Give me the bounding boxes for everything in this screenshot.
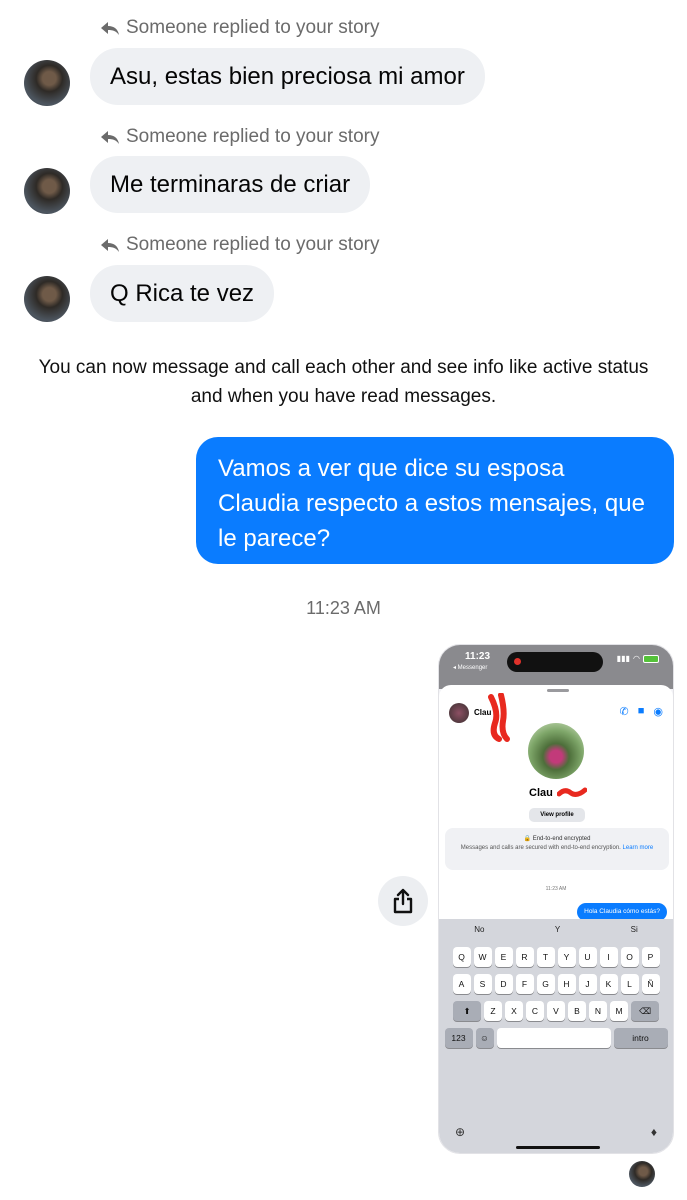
header-actions: ✆ ■ ◉ xyxy=(620,705,663,718)
reply-label: Someone replied to your story xyxy=(126,126,380,147)
incoming-message[interactable]: Me terminaras de criar xyxy=(90,156,371,213)
reply-arrow-icon xyxy=(101,22,119,35)
space-key xyxy=(496,1028,611,1048)
key: L xyxy=(620,974,639,994)
suggestion: Si xyxy=(630,925,638,934)
key: E xyxy=(494,947,513,967)
dictation-icon: ♦ xyxy=(650,1125,657,1139)
key: V xyxy=(547,1001,565,1021)
key: R xyxy=(515,947,534,967)
encryption-notice: 🔒 End-to-end encrypted Messages and call… xyxy=(445,828,669,870)
status-icons: ▮▮▮ ◠ xyxy=(617,654,659,663)
share-icon xyxy=(393,888,413,914)
reply-indicator: Someone replied to your story xyxy=(100,17,379,39)
contact-avatar xyxy=(449,703,469,723)
read-receipt-avatar xyxy=(629,1161,655,1187)
key: F xyxy=(515,974,534,994)
wifi-icon: ◠ xyxy=(633,654,640,663)
key: A xyxy=(452,974,471,994)
sender-avatar[interactable] xyxy=(24,168,70,214)
key: W xyxy=(473,947,492,967)
signal-icon: ▮▮▮ xyxy=(616,654,631,663)
redaction-mark xyxy=(557,787,587,797)
key: J xyxy=(578,974,597,994)
suggestion: Y xyxy=(554,925,561,934)
key: B xyxy=(568,1001,586,1021)
redaction-mark xyxy=(488,693,510,742)
key: X xyxy=(505,1001,523,1021)
sheet-grabber xyxy=(547,689,569,692)
messenger-icon: ◉ xyxy=(653,706,663,718)
back-to-messenger: ◂ Messenger xyxy=(453,665,488,671)
phone-status-bar: 11:23 ◂ Messenger ▮▮▮ ◠ xyxy=(439,645,673,689)
key: T xyxy=(536,947,555,967)
letter-keys: ZXCVBNM xyxy=(484,1001,628,1021)
home-indicator xyxy=(516,1146,600,1149)
reply-arrow-icon xyxy=(101,131,119,144)
outgoing-message[interactable]: Vamos a ver que dice su esposa Claudia r… xyxy=(196,437,674,564)
globe-icon: ⊕ xyxy=(455,1125,466,1139)
keyboard-row-1: QWERTYUIOP xyxy=(439,947,673,967)
shift-key-icon: ⬆ xyxy=(453,1001,481,1021)
keyboard-suggestions: No Y Si xyxy=(439,919,673,941)
battery-icon xyxy=(643,654,659,663)
key: I xyxy=(599,947,618,967)
mini-timestamp: 11:23 AM xyxy=(545,886,567,892)
key: P xyxy=(641,947,660,967)
backspace-key-icon: ⌫ xyxy=(631,1001,659,1021)
key: O xyxy=(620,947,639,967)
chat-sheet: Clau ✆ ■ ◉ Clau View profile 🔒 End-to-en… xyxy=(439,685,673,1153)
key: D xyxy=(494,974,513,994)
key: Z xyxy=(484,1001,502,1021)
e2e-body: Messages and calls are secured with end-… xyxy=(460,845,621,851)
sender-avatar[interactable] xyxy=(24,60,70,106)
reply-indicator: Someone replied to your story xyxy=(100,234,379,256)
key: Ñ xyxy=(641,974,660,994)
message-timestamp: 11:23 AM xyxy=(306,598,381,618)
video-icon: ■ xyxy=(637,705,645,717)
view-profile-button: View profile xyxy=(529,808,585,822)
key: Q xyxy=(452,947,471,967)
connection-notice: You can now message and call each other … xyxy=(38,357,649,407)
e2e-title: 🔒 End-to-end encrypted xyxy=(523,836,591,842)
keyboard-row-4: 123 ☺ intro xyxy=(439,1028,673,1048)
share-button[interactable] xyxy=(378,876,428,926)
numbers-key: 123 xyxy=(444,1028,473,1048)
reply-label: Someone replied to your story xyxy=(126,17,380,38)
key: S xyxy=(473,974,492,994)
key: K xyxy=(599,974,618,994)
key: C xyxy=(526,1001,544,1021)
dynamic-island xyxy=(507,652,603,672)
emoji-key-icon: ☺ xyxy=(475,1028,494,1048)
status-time: 11:23 xyxy=(465,651,491,662)
mini-keyboard: No Y Si QWERTYUIOP ASDFGHJKLÑ ⬆ ZXCVBNM … xyxy=(439,919,673,1153)
learn-more-link: Learn more xyxy=(622,845,654,851)
attached-screenshot[interactable]: 11:23 ◂ Messenger ▮▮▮ ◠ Clau ✆ ■ ◉ Clau … xyxy=(438,644,674,1154)
keyboard-row-3: ⬆ ZXCVBNM ⌫ xyxy=(439,1001,673,1021)
recording-dot-icon xyxy=(514,658,521,665)
key: M xyxy=(610,1001,628,1021)
profile-photo xyxy=(528,723,584,779)
return-key: intro xyxy=(613,1028,668,1048)
key: N xyxy=(589,1001,607,1021)
incoming-message[interactable]: Asu, estas bien preciosa mi amor xyxy=(90,48,485,105)
reply-indicator: Someone replied to your story xyxy=(100,126,379,148)
sender-avatar[interactable] xyxy=(24,276,70,322)
key: G xyxy=(536,974,555,994)
key: H xyxy=(557,974,576,994)
keyboard-row-2: ASDFGHJKLÑ xyxy=(439,974,673,994)
profile-name: Clau xyxy=(529,787,553,799)
suggestion: No xyxy=(474,925,485,934)
reply-label: Someone replied to your story xyxy=(126,234,380,255)
key: U xyxy=(578,947,597,967)
incoming-message[interactable]: Q Rica te vez xyxy=(90,265,275,322)
key: Y xyxy=(557,947,576,967)
reply-arrow-icon xyxy=(101,239,119,252)
phone-icon: ✆ xyxy=(619,706,629,718)
